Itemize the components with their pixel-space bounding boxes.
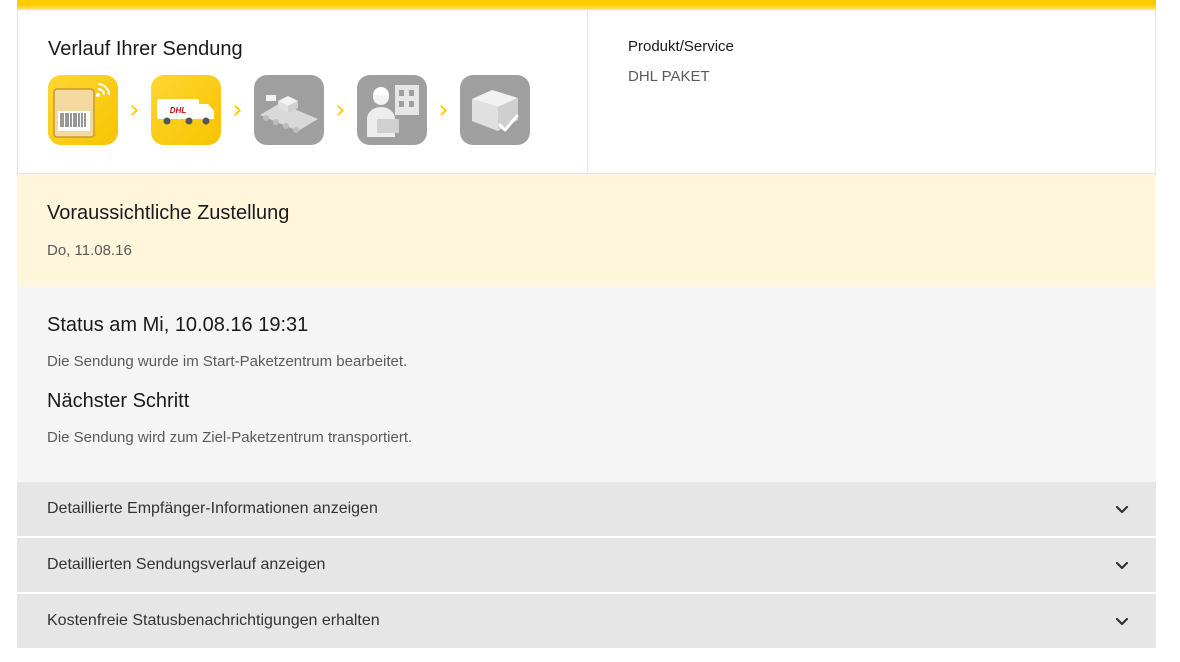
status-text: Die Sendung wurde im Start-Paketzentrum … bbox=[47, 353, 408, 370]
chevron-down-icon bbox=[1115, 561, 1129, 570]
dhl-truck-icon: DHL bbox=[157, 99, 214, 125]
accordion-label: Detaillierten Sendungsverlauf anzeigen bbox=[47, 556, 326, 573]
shipment-history: Verlauf Ihrer Sendung › DHL › › › bbox=[18, 10, 588, 173]
step-delivered bbox=[460, 75, 530, 145]
chevron-right-icon: › bbox=[129, 95, 140, 125]
step-courier bbox=[357, 75, 427, 145]
top-accent-bar bbox=[17, 0, 1156, 10]
delivery-date: Do, 11.08.16 bbox=[47, 242, 132, 259]
product-service: Produkt/Service DHL PAKET bbox=[588, 10, 734, 173]
chevron-down-icon bbox=[1115, 505, 1129, 514]
status-title: Status am Mi, 10.08.16 19:31 bbox=[47, 314, 309, 336]
accordion-label: Kostenfreie Statusbenachrichtigungen erh… bbox=[47, 612, 380, 629]
step-barcode-parcel bbox=[48, 75, 118, 145]
product-value: DHL PAKET bbox=[628, 68, 710, 85]
expected-delivery: Voraussichtliche Zustellung Do, 11.08.16 bbox=[17, 173, 1156, 286]
chevron-right-icon: › bbox=[232, 95, 243, 125]
shipment-status: Status am Mi, 10.08.16 19:31 Die Sendung… bbox=[17, 286, 1156, 482]
step-transport: DHL bbox=[151, 75, 221, 145]
delivery-title: Voraussichtliche Zustellung bbox=[47, 202, 290, 224]
accordion-label: Detaillierte Empfänger-Informationen anz… bbox=[47, 500, 378, 517]
accordion-shipment-history[interactable]: Detaillierten Sendungsverlauf anzeigen bbox=[17, 538, 1156, 592]
accordion-status-notifications[interactable]: Kostenfreie Statusbenachrichtigungen erh… bbox=[17, 594, 1156, 648]
svg-text:DHL: DHL bbox=[170, 106, 187, 115]
chevron-right-icon: › bbox=[438, 95, 449, 125]
delivered-parcel-icon bbox=[472, 90, 519, 132]
progress-steps: › DHL › › › bbox=[48, 75, 587, 145]
barcode-parcel-icon bbox=[53, 83, 110, 138]
chevron-down-icon bbox=[1115, 617, 1129, 626]
conveyor-belt-icon bbox=[260, 95, 318, 133]
step-sorting-center bbox=[254, 75, 324, 145]
history-title: Verlauf Ihrer Sendung bbox=[48, 38, 243, 60]
overview-row: Verlauf Ihrer Sendung › DHL › › › Produk… bbox=[17, 10, 1156, 173]
chevron-right-icon: › bbox=[335, 95, 346, 125]
next-step-text: Die Sendung wird zum Ziel-Paketzentrum t… bbox=[47, 429, 413, 446]
product-label: Produkt/Service bbox=[628, 38, 734, 55]
next-step-title: Nächster Schritt bbox=[47, 390, 190, 412]
accordion-recipient-info[interactable]: Detaillierte Empfänger-Informationen anz… bbox=[17, 482, 1156, 536]
shipment-card: Verlauf Ihrer Sendung › DHL › › › Produk… bbox=[17, 0, 1156, 662]
courier-icon bbox=[367, 85, 419, 137]
